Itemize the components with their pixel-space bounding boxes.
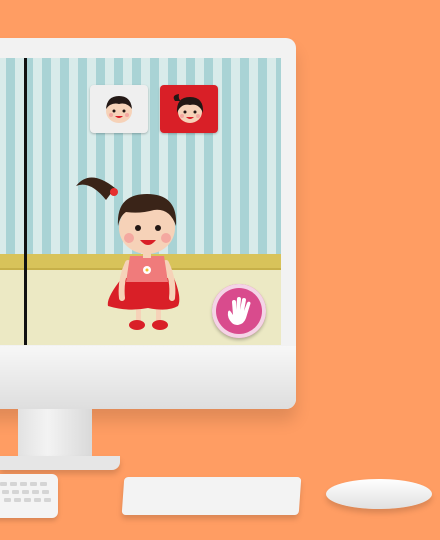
mouse — [326, 479, 432, 509]
girl-face-icon — [173, 94, 204, 123]
game-screen — [0, 58, 281, 345]
imac-stand-base — [0, 456, 120, 470]
hand-icon — [227, 297, 251, 325]
boy-face-icon — [106, 96, 132, 123]
vertical-divider — [24, 58, 27, 345]
girl-avatar-button[interactable] — [160, 85, 218, 133]
girl-character — [76, 177, 180, 330]
imac-stand — [18, 409, 92, 461]
boy-avatar-button[interactable] — [90, 85, 148, 133]
trackpad — [121, 477, 302, 515]
imac-computer — [0, 38, 296, 409]
desk-scene — [0, 0, 440, 540]
imac-chin — [0, 346, 296, 409]
keyboard — [0, 474, 58, 518]
wave-hand-button[interactable] — [212, 284, 266, 338]
